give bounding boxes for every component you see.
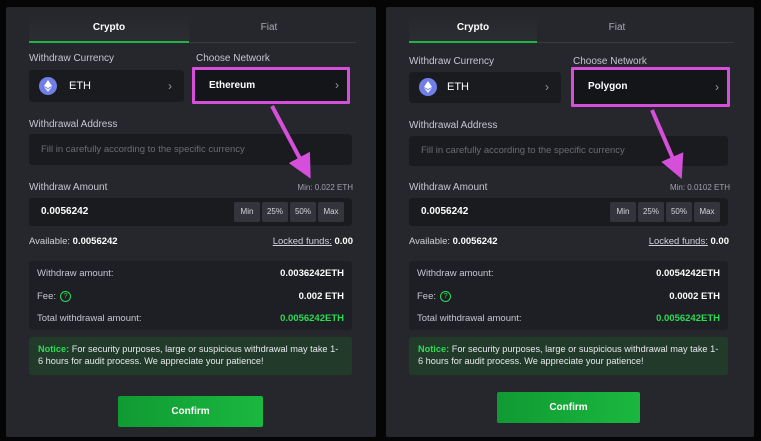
annotation-arrow [270, 105, 684, 180]
